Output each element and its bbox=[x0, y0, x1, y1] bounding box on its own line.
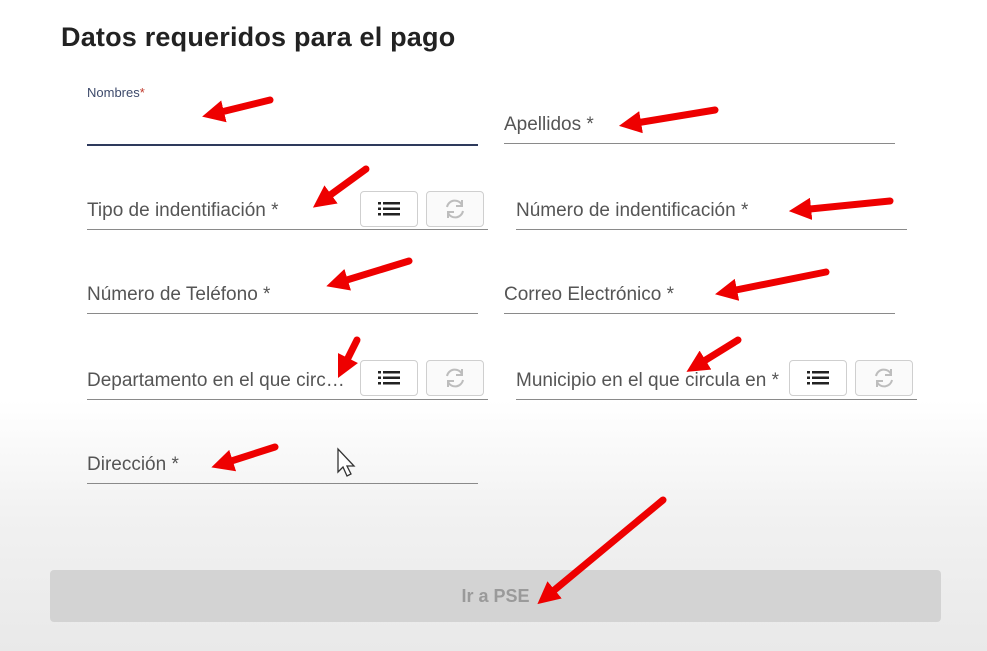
numero-identificacion-field[interactable]: Número de indentificación * bbox=[516, 190, 907, 230]
departamento-list-button[interactable] bbox=[360, 360, 418, 396]
required-mark: * bbox=[139, 85, 145, 100]
telefono-field[interactable]: Número de Teléfono * bbox=[87, 274, 478, 314]
telefono-underline bbox=[87, 313, 478, 314]
telefono-label: Número de Teléfono * bbox=[87, 284, 271, 305]
municipio-label: Municipio en el que circula en * bbox=[516, 370, 779, 391]
correo-field[interactable]: Correo Electrónico * bbox=[504, 274, 895, 314]
list-icon bbox=[807, 371, 829, 385]
apellidos-underline bbox=[504, 143, 895, 144]
municipio-underline bbox=[516, 399, 917, 400]
municipio-list-button[interactable] bbox=[789, 360, 847, 396]
nombres-label: Nombres bbox=[87, 85, 140, 100]
ir-a-pse-label: Ir a PSE bbox=[461, 585, 530, 606]
refresh-icon bbox=[446, 368, 464, 388]
departamento-underline bbox=[87, 399, 488, 400]
direccion-label: Dirección * bbox=[87, 454, 179, 475]
list-icon bbox=[378, 202, 400, 216]
nombres-field[interactable] bbox=[87, 106, 478, 146]
departamento-label: Departamento en el que circula * bbox=[87, 370, 352, 391]
correo-label: Correo Electrónico * bbox=[504, 284, 675, 305]
tipo-identificacion-list-button[interactable] bbox=[360, 191, 418, 227]
numero-identificacion-label: Número de indentificación * bbox=[516, 200, 749, 221]
page-title: Datos requeridos para el pago bbox=[61, 22, 456, 52]
nombres-floating-label: Nombres* bbox=[87, 85, 145, 100]
red-arrow-annotations bbox=[202, 96, 894, 605]
apellidos-label: Apellidos * bbox=[504, 114, 594, 135]
tipo-identificacion-underline bbox=[87, 229, 488, 230]
list-icon bbox=[378, 371, 400, 385]
mouse-cursor-icon bbox=[337, 447, 356, 477]
apellidos-field[interactable]: Apellidos * bbox=[504, 104, 895, 144]
refresh-icon bbox=[875, 368, 893, 388]
direccion-underline bbox=[87, 483, 478, 484]
departamento-refresh-button[interactable] bbox=[426, 360, 484, 396]
direccion-field[interactable]: Dirección * bbox=[87, 444, 478, 484]
nombres-underline bbox=[87, 144, 478, 146]
correo-underline bbox=[504, 313, 895, 314]
refresh-icon bbox=[446, 199, 464, 219]
numero-identificacion-underline bbox=[516, 229, 907, 230]
tipo-identificacion-refresh-button[interactable] bbox=[426, 191, 484, 227]
municipio-refresh-button[interactable] bbox=[855, 360, 913, 396]
ir-a-pse-button[interactable]: Ir a PSE bbox=[50, 570, 941, 622]
tipo-identificacion-label: Tipo de indentifiación * bbox=[87, 200, 279, 221]
